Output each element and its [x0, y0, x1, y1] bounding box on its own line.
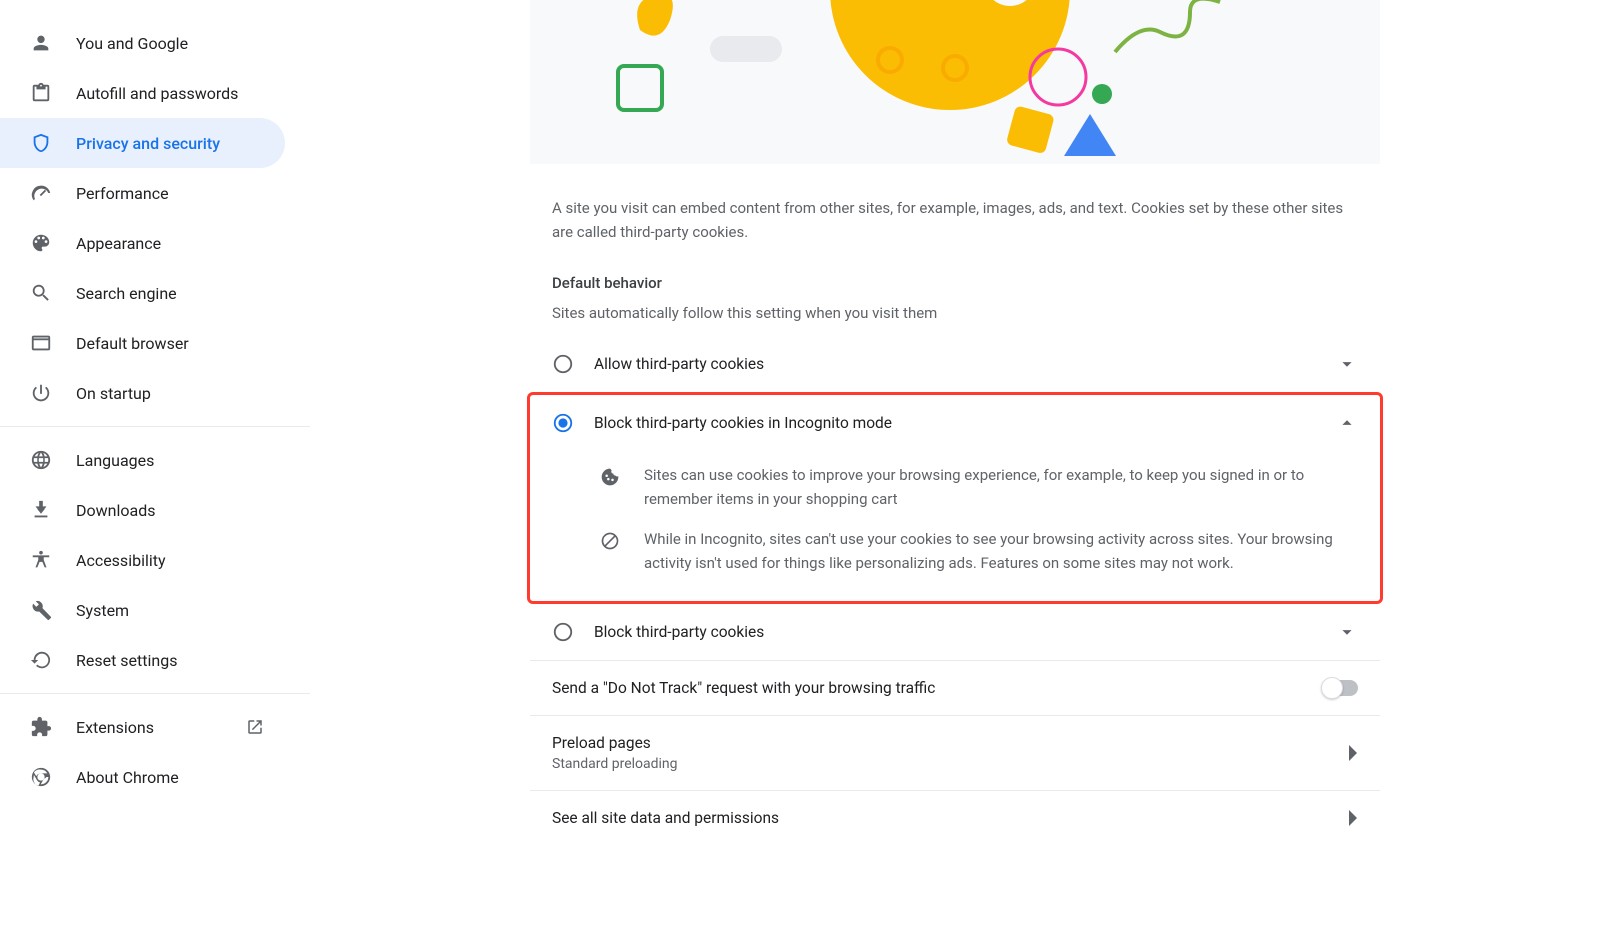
cookies-settings-panel: A site you visit can embed content from … [530, 0, 1380, 934]
sidebar-item-label: Autofill and passwords [76, 84, 265, 103]
chevron-right-icon [1348, 745, 1358, 761]
person-icon [30, 32, 52, 54]
sidebar-item-accessibility[interactable]: Accessibility [0, 535, 285, 585]
sidebar-item-label: Downloads [76, 501, 265, 520]
sidebar-item-on-startup[interactable]: On startup [0, 368, 285, 418]
sidebar-item-label: Default browser [76, 334, 265, 353]
chevron-down-icon[interactable] [1336, 621, 1358, 643]
option-block-incognito-highlight: Block third-party cookies in Incognito m… [527, 392, 1383, 604]
sidebar-item-appearance[interactable]: Appearance [0, 218, 285, 268]
palette-icon [30, 232, 52, 254]
settings-sidebar: You and Google Autofill and passwords Pr… [0, 0, 310, 934]
detail-text: While in Incognito, sites can't use your… [644, 527, 1358, 575]
see-all-site-data-row[interactable]: See all site data and permissions [530, 790, 1380, 845]
detail-row: While in Incognito, sites can't use your… [552, 519, 1358, 583]
sidebar-item-label: Appearance [76, 234, 265, 253]
sidebar-item-languages[interactable]: Languages [0, 435, 285, 485]
intro-text: A site you visit can embed content from … [530, 164, 1380, 244]
sidebar-item-label: System [76, 601, 265, 620]
option-block-incognito-details: Sites can use cookies to improve your br… [530, 451, 1380, 601]
chrome-icon [30, 766, 52, 788]
block-icon [598, 529, 622, 553]
pill-shape-icon [710, 28, 790, 68]
chevron-up-icon[interactable] [1336, 412, 1358, 434]
sidebar-item-system[interactable]: System [0, 585, 285, 635]
sidebar-item-autofill[interactable]: Autofill and passwords [0, 68, 285, 118]
sidebar-item-label: On startup [76, 384, 265, 403]
sidebar-item-performance[interactable]: Performance [0, 168, 285, 218]
power-icon [30, 382, 52, 404]
sidebar-item-you-and-google[interactable]: You and Google [0, 18, 285, 68]
sidebar-item-downloads[interactable]: Downloads [0, 485, 285, 535]
dot-shape-icon [1090, 82, 1114, 106]
cookie-icon [598, 465, 622, 489]
option-label: Block third-party cookies in Incognito m… [594, 414, 1336, 432]
accessibility-icon [30, 549, 52, 571]
sidebar-item-label: About Chrome [76, 768, 265, 787]
download-icon [30, 499, 52, 521]
radio-unselected-icon[interactable] [552, 353, 574, 375]
option-block-all[interactable]: Block third-party cookies [530, 604, 1380, 660]
clipboard-icon [30, 82, 52, 104]
option-label: Block third-party cookies [594, 623, 1336, 641]
sidebar-item-search-engine[interactable]: Search engine [0, 268, 285, 318]
option-block-incognito[interactable]: Block third-party cookies in Incognito m… [530, 395, 1380, 451]
sidebar-group: Extensions About Chrome [0, 694, 310, 810]
option-allow-third-party[interactable]: Allow third-party cookies [530, 336, 1380, 392]
preload-pages-row[interactable]: Preload pages Standard preloading [530, 715, 1380, 790]
radio-selected-icon[interactable] [552, 412, 574, 434]
sidebar-item-privacy-security[interactable]: Privacy and security [0, 118, 285, 168]
sidebar-item-label: You and Google [76, 34, 265, 53]
sidebar-item-label: Extensions [76, 718, 245, 737]
do-not-track-row[interactable]: Send a "Do Not Track" request with your … [530, 660, 1380, 715]
sidebar-item-label: Privacy and security [76, 134, 265, 153]
extension-icon [30, 716, 52, 738]
triangle-shape-icon [1060, 110, 1120, 160]
diamond-shape-icon [996, 96, 1066, 164]
sidebar-group: Languages Downloads Accessibility System… [0, 427, 310, 693]
see-all-title: See all site data and permissions [552, 809, 1348, 827]
square-shape-icon [612, 60, 672, 120]
open-in-new-icon [245, 717, 265, 737]
globe-icon [30, 449, 52, 471]
default-behavior-subtext: Sites automatically follow this setting … [530, 292, 1380, 336]
blob-shape-icon [630, 0, 680, 40]
do-not-track-toggle[interactable] [1322, 680, 1358, 696]
search-icon [30, 282, 52, 304]
speedometer-icon [30, 182, 52, 204]
detail-text: Sites can use cookies to improve your br… [644, 463, 1358, 511]
shield-icon [30, 132, 52, 154]
preload-title: Preload pages [552, 734, 1348, 752]
default-behavior-heading: Default behavior [530, 244, 1380, 292]
wrench-icon [30, 599, 52, 621]
browser-icon [30, 332, 52, 354]
sidebar-item-default-browser[interactable]: Default browser [0, 318, 285, 368]
sidebar-item-about-chrome[interactable]: About Chrome [0, 752, 285, 802]
sidebar-item-label: Reset settings [76, 651, 265, 670]
sidebar-group: You and Google Autofill and passwords Pr… [0, 10, 310, 426]
sidebar-item-label: Languages [76, 451, 265, 470]
sidebar-item-label: Performance [76, 184, 265, 203]
hero-illustration [530, 0, 1380, 164]
squiggle-shape-icon [1110, 0, 1230, 72]
reset-icon [30, 649, 52, 671]
sidebar-item-label: Search engine [76, 284, 265, 303]
chevron-right-icon [1348, 810, 1358, 826]
sidebar-item-label: Accessibility [76, 551, 265, 570]
do-not-track-label: Send a "Do Not Track" request with your … [552, 679, 1322, 697]
main-content-area: A site you visit can embed content from … [310, 0, 1600, 934]
option-label: Allow third-party cookies [594, 355, 1336, 373]
detail-row: Sites can use cookies to improve your br… [552, 455, 1358, 519]
sidebar-item-reset-settings[interactable]: Reset settings [0, 635, 285, 685]
preload-subtitle: Standard preloading [552, 756, 1348, 772]
radio-unselected-icon[interactable] [552, 621, 574, 643]
sidebar-item-extensions[interactable]: Extensions [0, 702, 285, 752]
chevron-down-icon[interactable] [1336, 353, 1358, 375]
